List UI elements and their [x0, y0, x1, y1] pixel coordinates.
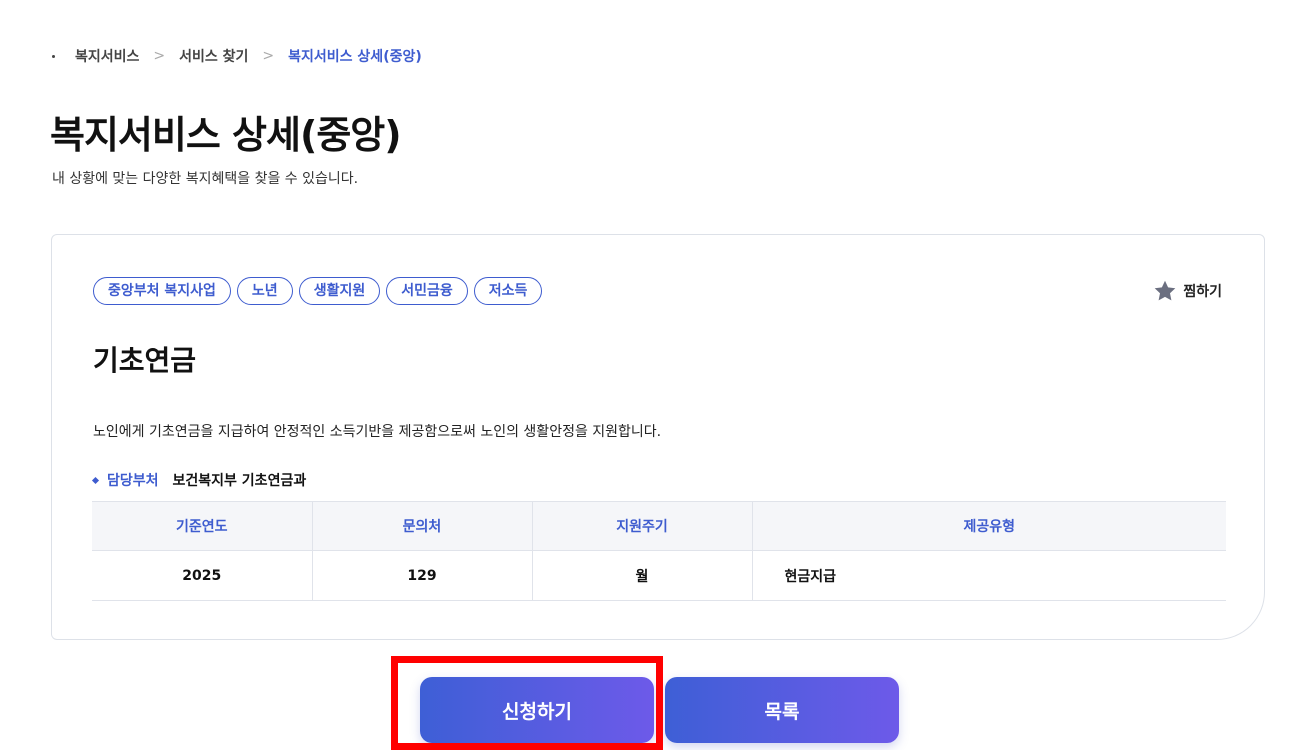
star-icon [1155, 280, 1176, 301]
breadcrumb-item-welfare[interactable]: 복지서비스 [75, 46, 139, 66]
tag-living-support[interactable]: 생활지원 [298, 277, 381, 305]
bookmark-label: 찜하기 [1183, 284, 1222, 300]
cell-base-year: 2025 [92, 550, 313, 601]
tag-elderly[interactable]: 노년 [236, 277, 293, 305]
service-detail-card: 중앙부처 복지사업 노년 생활지원 서민금융 저소득 찜하기 기초연금 노인에게… [51, 234, 1265, 640]
table-row: 2025 129 월 현금지급 [92, 550, 1226, 601]
tag-central-ministry[interactable]: 중앙부처 복지사업 [93, 277, 231, 305]
service-info-table: 기준연도 문의처 지원주기 제공유형 2025 129 월 현금지급 [92, 501, 1226, 601]
tag-microfinance[interactable]: 서민금융 [386, 277, 468, 305]
service-description: 노인에게 기초연금을 지급하여 안정적인 소득기반을 제공함으로써 노인의 생활… [93, 424, 662, 440]
department-info: 담당부처 보건복지부 기초연금과 [91, 470, 307, 490]
table-header-row: 기준연도 문의처 지원주기 제공유형 [92, 501, 1226, 551]
breadcrumb-item-find-service[interactable]: 서비스 찾기 [179, 46, 248, 66]
cell-support-cycle: 월 [532, 550, 753, 601]
header-support-cycle: 지원주기 [532, 501, 753, 551]
page-subtitle: 내 상황에 맞는 다양한 복지혜택을 찾을 수 있습니다. [52, 171, 359, 187]
service-title: 기초연금 [93, 344, 197, 377]
breadcrumb-item-current: 복지서비스 상세(중앙) [288, 49, 422, 65]
tag-list: 중앙부처 복지사업 노년 생활지원 서민금융 저소득 [93, 277, 543, 305]
header-provision-type: 제공유형 [752, 501, 1226, 551]
cell-provision-type: 현금지급 [752, 550, 1226, 601]
breadcrumb-bullet [52, 54, 55, 58]
bookmark-button[interactable]: 찜하기 [1153, 279, 1222, 303]
tag-low-income[interactable]: 저소득 [473, 277, 543, 305]
cell-contact: 129 [312, 550, 533, 601]
header-base-year: 기준연도 [92, 501, 313, 551]
apply-button[interactable]: 신청하기 [420, 677, 654, 743]
header-contact: 문의처 [312, 501, 533, 551]
list-button[interactable]: 목록 [665, 677, 899, 743]
department-value: 보건복지부 기초연금과 [172, 473, 307, 489]
page-title: 복지서비스 상세(중앙) [50, 113, 402, 157]
chevron-right-icon: > [262, 48, 275, 64]
breadcrumb: 복지서비스 > 서비스 찾기 > 복지서비스 상세(중앙) [52, 46, 422, 66]
diamond-bullet-icon [91, 476, 100, 484]
department-label: 담당부처 [107, 473, 159, 489]
chevron-right-icon: > [153, 48, 166, 64]
